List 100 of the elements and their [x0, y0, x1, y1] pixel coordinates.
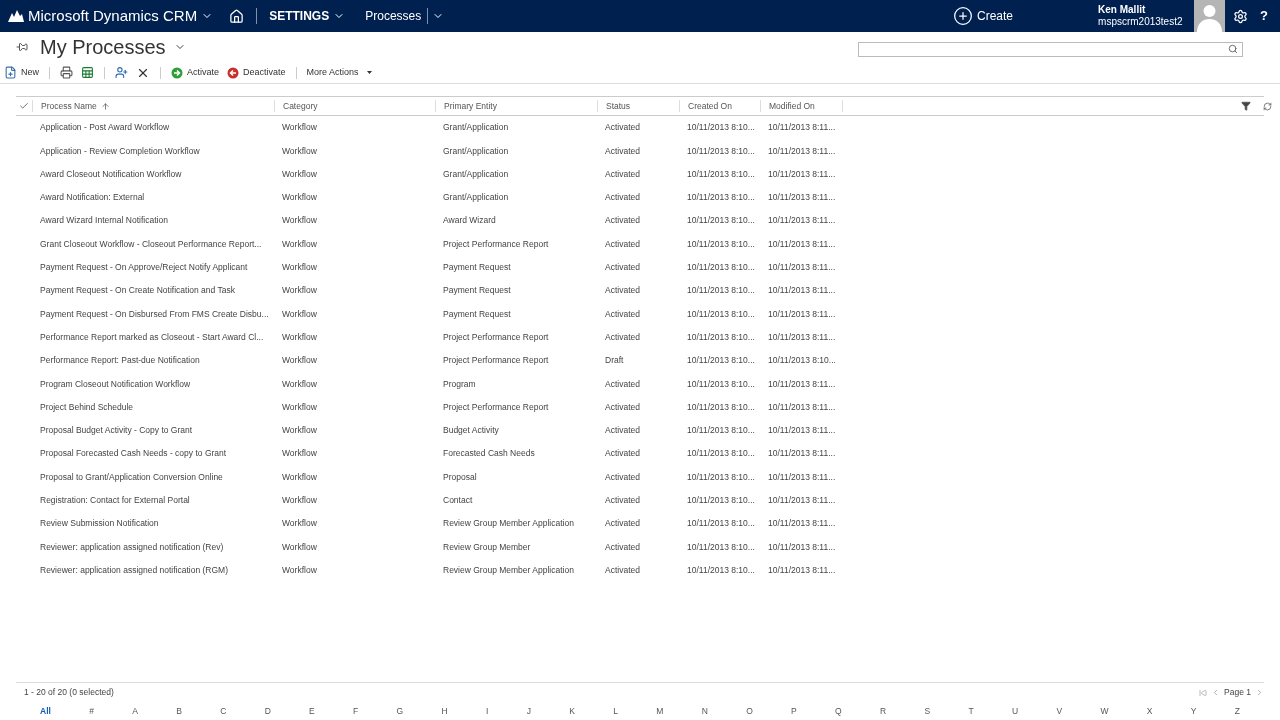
activate-icon: [171, 66, 183, 79]
table-cell: Activated: [605, 308, 640, 319]
process-name-link[interactable]: Review Submission Notification: [40, 518, 159, 529]
table-cell: 10/11/2013 8:10...: [687, 518, 755, 529]
table-cell: Activated: [605, 122, 640, 133]
table-cell: Workflow: [282, 518, 317, 529]
process-name-link[interactable]: Award Notification: External: [40, 192, 145, 203]
refresh-icon[interactable]: [1263, 101, 1272, 111]
process-name-link[interactable]: Performance Report marked as Closeout - Start Award Cl...: [40, 331, 264, 342]
activate-button[interactable]: Activate: [167, 65, 224, 80]
process-name-link[interactable]: Reviewer: application assigned notification (RGM): [40, 564, 229, 575]
index-letter[interactable]: W: [1100, 704, 1109, 718]
index-letter[interactable]: E: [309, 704, 315, 718]
column-header[interactable]: Status: [597, 100, 679, 112]
table-cell: Budget Activity: [443, 425, 499, 436]
new-button[interactable]: New: [0, 65, 43, 80]
table-cell: Activated: [605, 145, 640, 156]
index-letter[interactable]: H: [441, 704, 448, 718]
index-letter[interactable]: G: [396, 704, 404, 718]
index-letter[interactable]: B: [176, 704, 182, 718]
table-cell: 10/11/2013 8:11...: [768, 448, 836, 459]
process-name-link[interactable]: Application - Review Completion Workflow: [40, 145, 200, 156]
index-letter[interactable]: X: [1146, 704, 1153, 718]
table-cell: Workflow: [282, 238, 317, 249]
index-letter[interactable]: M: [656, 704, 664, 718]
processes-menu[interactable]: Processes: [365, 7, 422, 25]
index-letter[interactable]: I: [486, 704, 489, 718]
new-record-icon: [4, 66, 17, 79]
table-cell: Activated: [605, 168, 640, 179]
user-avatar[interactable]: [1194, 0, 1226, 32]
table-cell: 10/11/2013 8:10...: [687, 448, 755, 459]
index-letter[interactable]: D: [264, 704, 271, 718]
table-cell: 10/11/2013 8:11...: [768, 285, 836, 296]
plus-circle-icon: [953, 6, 973, 26]
process-name-link[interactable]: Proposal Forecasted Cash Needs - copy to Grant: [40, 448, 227, 459]
table-cell: Project Performance Report: [443, 331, 549, 342]
create-button[interactable]: Create: [953, 6, 1014, 26]
index-letter[interactable]: O: [746, 704, 753, 718]
settings-icon[interactable]: [1233, 8, 1249, 24]
index-letter[interactable]: T: [968, 704, 974, 718]
page-number: Page 1: [1224, 686, 1251, 699]
index-letter[interactable]: U: [1011, 704, 1019, 718]
table-cell: Workflow: [282, 425, 317, 436]
index-letter[interactable]: P: [791, 704, 797, 718]
process-name-link[interactable]: Payment Request - On Approve/Reject Notify Applicant: [40, 262, 248, 273]
process-name-link[interactable]: Program Closeout Notification Workflow: [40, 378, 191, 389]
index-letter[interactable]: V: [1056, 704, 1063, 718]
column-header[interactable]: Process Name: [32, 100, 274, 112]
table-cell: 10/11/2013 8:10...: [687, 471, 755, 482]
help-button[interactable]: ?: [1260, 6, 1268, 26]
process-name-link[interactable]: Award Closeout Notification Workflow: [40, 168, 182, 179]
index-letter[interactable]: A: [132, 704, 138, 718]
table-cell: Workflow: [282, 471, 317, 482]
caret-icon: [366, 71, 372, 74]
table-cell: Activated: [605, 471, 640, 482]
index-letter[interactable]: C: [220, 704, 227, 718]
table-cell: 10/11/2013 8:11...: [768, 308, 836, 319]
index-letter[interactable]: L: [613, 704, 618, 718]
column-header[interactable]: Category: [274, 100, 435, 112]
table-cell: Project Performance Report: [443, 355, 549, 366]
home-icon[interactable]: [229, 8, 245, 24]
process-name-link[interactable]: Payment Request - On Create Notification and Task: [40, 285, 235, 296]
table-cell: Workflow: [282, 378, 317, 389]
more-actions-button[interactable]: More Actions: [302, 65, 376, 80]
process-name-link[interactable]: Grant Closeout Workflow - Closeout Performance Report...: [40, 238, 262, 249]
process-name-link[interactable]: Performance Report: Past-due Notification: [40, 355, 200, 366]
index-letter[interactable]: J: [526, 704, 531, 718]
column-header[interactable]: Created On: [679, 100, 760, 112]
index-letter[interactable]: R: [880, 704, 887, 718]
index-letter[interactable]: All: [40, 704, 51, 718]
index-letter[interactable]: Q: [835, 704, 842, 718]
filter-icon[interactable]: [1241, 101, 1251, 111]
index-letter[interactable]: Z: [1234, 704, 1240, 718]
process-name-link[interactable]: Application - Post Award Workflow: [40, 122, 170, 133]
index-letter[interactable]: N: [701, 704, 708, 718]
index-letter[interactable]: S: [924, 704, 931, 718]
process-name-link[interactable]: Proposal Budget Activity - Copy to Grant: [40, 425, 193, 436]
column-header[interactable]: Primary Entity: [435, 100, 597, 112]
table-cell: 10/11/2013 8:10...: [687, 122, 755, 133]
table-cell: 10/11/2013 8:11...: [768, 425, 836, 436]
table-cell: Workflow: [282, 308, 317, 319]
deactivate-button[interactable]: Deactivate: [223, 65, 290, 80]
process-name-link[interactable]: Proposal to Grant/Application Conversion Online: [40, 471, 223, 482]
search-field[interactable]: [858, 41, 1243, 57]
brand-menu[interactable]: Microsoft Dynamics CRM: [28, 4, 214, 28]
table-cell: Activated: [605, 238, 640, 249]
process-name-link[interactable]: Award Wizard Internal Notification: [40, 215, 168, 226]
column-header[interactable]: Modified On: [760, 100, 842, 112]
index-letter[interactable]: K: [569, 704, 575, 718]
pin-icon[interactable]: [16, 41, 28, 53]
table-cell: 10/11/2013 8:11...: [768, 168, 836, 179]
index-letter[interactable]: Y: [1190, 704, 1197, 718]
settings-area-menu[interactable]: SETTINGS: [269, 7, 346, 25]
process-name-link[interactable]: Payment Request - On Disbursed From FMS Create Disbu...: [40, 308, 269, 319]
index-letter[interactable]: #: [89, 704, 94, 718]
process-name-link[interactable]: Registration: Contact for External Portal: [40, 495, 190, 505]
process-name-link[interactable]: Reviewer: application assigned notification (Rev): [40, 541, 224, 552]
process-name-link[interactable]: Project Behind Schedule: [40, 401, 134, 412]
index-letter[interactable]: F: [353, 704, 359, 718]
table-cell: Workflow: [282, 192, 317, 203]
